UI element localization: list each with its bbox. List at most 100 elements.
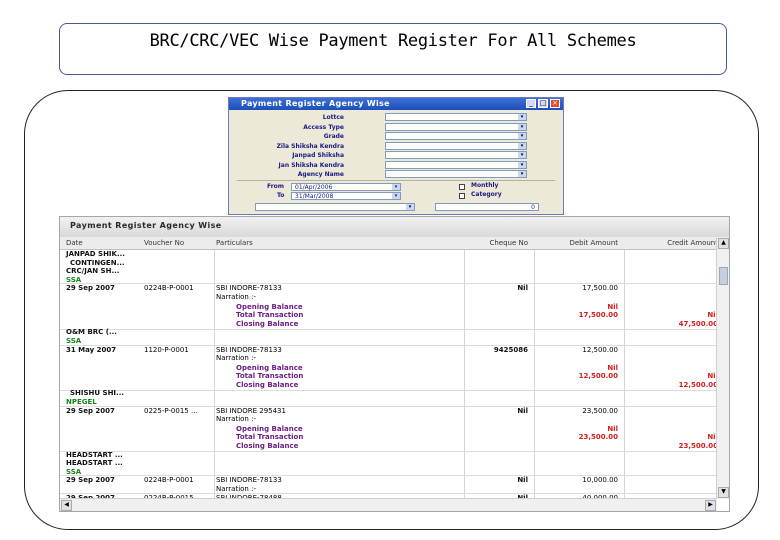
table-cell: 17,500.00: [582, 284, 618, 293]
dialog-field-select[interactable]: ▾: [385, 113, 527, 121]
agency-select[interactable]: ▾: [255, 203, 415, 211]
table-row[interactable]: Opening Balance Nil: [60, 364, 717, 372]
table-cell: 12,500.00: [582, 345, 618, 354]
from-label: From: [267, 183, 285, 190]
column-header[interactable]: Date: [66, 238, 126, 248]
table-row[interactable]: CONTINGEN...: [60, 259, 717, 267]
table-row[interactable]: Closing Balance 12,500.00: [60, 381, 717, 389]
chevron-down-icon[interactable]: ▾: [518, 133, 526, 139]
report-titlebar: Payment Register Agency Wise: [60, 217, 729, 238]
scroll-left-icon[interactable]: ◀: [61, 500, 72, 511]
dialog-field-select[interactable]: ▾: [385, 151, 527, 159]
table-row[interactable]: CRC/JAN SH...: [60, 267, 717, 275]
maximize-icon[interactable]: □: [538, 99, 548, 108]
from-date-input[interactable]: 01/Apr/2006 ▾: [291, 183, 401, 191]
table-cell: 23,500.00: [578, 433, 618, 442]
chevron-down-icon[interactable]: ▾: [518, 123, 526, 130]
table-cell: 12,500.00: [578, 372, 618, 381]
chevron-down-icon[interactable]: ▾: [392, 184, 400, 190]
table-row[interactable]: 29 Sep 2007 0224B-P-0001 SBI INDORE-78133 N…: [60, 284, 717, 292]
table-row[interactable]: Total Transaction 12,500.00 Nil: [60, 372, 717, 380]
category-checkbox[interactable]: [459, 193, 465, 199]
table-row[interactable]: Total Transaction 23,500.00 Nil: [60, 433, 717, 441]
table-cell: HEADSTART ...: [66, 450, 123, 459]
dialog-separator: [237, 180, 555, 181]
monthly-checkbox[interactable]: [459, 184, 465, 190]
dialog-field-select[interactable]: ▾: [385, 160, 527, 169]
chevron-down-icon[interactable]: ▾: [518, 171, 526, 177]
dialog-field-select[interactable]: ▾: [385, 141, 527, 150]
table-row[interactable]: HEADSTART ...: [60, 451, 717, 459]
dialog-field-row: Lottce ▾: [229, 113, 563, 122]
chevron-down-icon[interactable]: ▾: [518, 152, 526, 158]
table-row[interactable]: Narration :-: [60, 415, 717, 423]
report-body: JANPAD SHIK... CONTINGEN... CRC/JAN SH... S…: [60, 250, 717, 499]
table-row[interactable]: Total Transaction 17,500.00 Nil: [60, 311, 717, 319]
chevron-down-icon[interactable]: ▾: [406, 204, 414, 210]
scroll-right-icon[interactable]: ▶: [705, 500, 716, 511]
row-divider: [60, 475, 717, 477]
minimize-icon[interactable]: _: [526, 99, 536, 108]
table-row[interactable]: 31 May 2007 1120-P-0001 SBI INDORE-78133 94…: [60, 346, 717, 354]
scroll-up-icon[interactable]: ▲: [718, 238, 729, 249]
table-row[interactable]: Opening Balance Nil: [60, 425, 717, 433]
table-cell: Narration :-: [216, 354, 256, 363]
table-cell: Total Transaction: [236, 311, 304, 320]
chevron-down-icon[interactable]: ▾: [518, 161, 526, 168]
dialog-field-label: Janpad Shiksha: [292, 152, 344, 159]
table-cell: 23,500.00: [582, 406, 618, 415]
table-row[interactable]: O&M BRC (...: [60, 328, 717, 336]
close-icon[interactable]: ×: [550, 99, 560, 108]
horizontal-scrollbar[interactable]: ◀ ▶: [60, 498, 717, 511]
chevron-down-icon[interactable]: ▾: [518, 142, 526, 149]
table-cell: Closing Balance: [236, 319, 299, 328]
table-cell: Nil: [607, 363, 618, 372]
table-row[interactable]: Narration :-: [60, 293, 717, 301]
report-title: Payment Register Agency Wise: [70, 221, 222, 230]
table-row[interactable]: SHISHU SHI...: [60, 389, 717, 397]
table-cell: Nil: [607, 424, 618, 433]
table-cell: Nil: [707, 433, 717, 442]
table-cell: SBI INDORE-78133: [216, 476, 282, 485]
column-header[interactable]: Particulars: [216, 238, 396, 248]
dialog-field-label: Agency Name: [297, 171, 344, 178]
table-row[interactable]: Opening Balance Nil: [60, 303, 717, 311]
vertical-scrollbar[interactable]: ▲ ▼: [716, 237, 729, 499]
column-header[interactable]: Debit Amount: [532, 238, 618, 248]
chevron-down-icon[interactable]: ▾: [518, 114, 526, 120]
table-row[interactable]: JANPAD SHIK...: [60, 250, 717, 258]
column-header[interactable]: Voucher No: [144, 238, 214, 248]
table-cell: SHISHU SHI...: [70, 389, 125, 398]
dialog-field-label: Grade: [323, 133, 344, 140]
amount-input[interactable]: 0: [435, 203, 539, 211]
chevron-down-icon[interactable]: ▾: [392, 193, 400, 199]
column-header[interactable]: Cheque No: [462, 238, 528, 248]
dialog-field-select[interactable]: ▾: [385, 170, 527, 178]
table-row[interactable]: Narration :-: [60, 354, 717, 362]
table-cell: 17,500.00: [578, 311, 618, 320]
scroll-thumb[interactable]: [719, 267, 728, 285]
column-header[interactable]: Credit Amount: [622, 238, 718, 248]
table-cell: 47,500.00: [678, 319, 717, 328]
table-cell: JANPAD SHIK...: [66, 250, 125, 258]
table-row[interactable]: HEADSTART ...: [60, 459, 717, 467]
table-cell: Total Transaction: [236, 433, 304, 442]
table-row[interactable]: Narration :-: [60, 485, 717, 493]
table-row[interactable]: 29 Sep 2007 0224B-P-0001 SBI INDORE-78133 N…: [60, 476, 717, 484]
dialog-field-select[interactable]: ▾: [385, 122, 527, 131]
scroll-down-icon[interactable]: ▼: [718, 487, 729, 498]
table-cell: Nil: [707, 372, 717, 381]
to-date-input[interactable]: 31/Mar/2008 ▾: [291, 192, 401, 200]
table-cell: 10,000.00: [582, 476, 618, 485]
table-cell: 0225-P-0015 ...: [144, 406, 198, 415]
table-cell: Closing Balance: [236, 441, 299, 450]
report-window: Payment Register Agency Wise Date Voucher…: [59, 216, 730, 512]
table-row[interactable]: Closing Balance 23,500.00: [60, 442, 717, 450]
table-row[interactable]: 29 Sep 2007 0225-P-0015 ... SBI INDORE 295…: [60, 407, 717, 415]
table-cell: Nil: [517, 406, 528, 415]
table-cell: 23,500.00: [678, 441, 717, 450]
payment-register-dialog: Payment Register Agency Wise _ □ × Lottc…: [228, 97, 564, 215]
table-cell: 0224B-P-0001: [144, 284, 194, 293]
dialog-field-select[interactable]: ▾: [385, 132, 527, 140]
table-row[interactable]: Closing Balance 47,500.00: [60, 320, 717, 328]
